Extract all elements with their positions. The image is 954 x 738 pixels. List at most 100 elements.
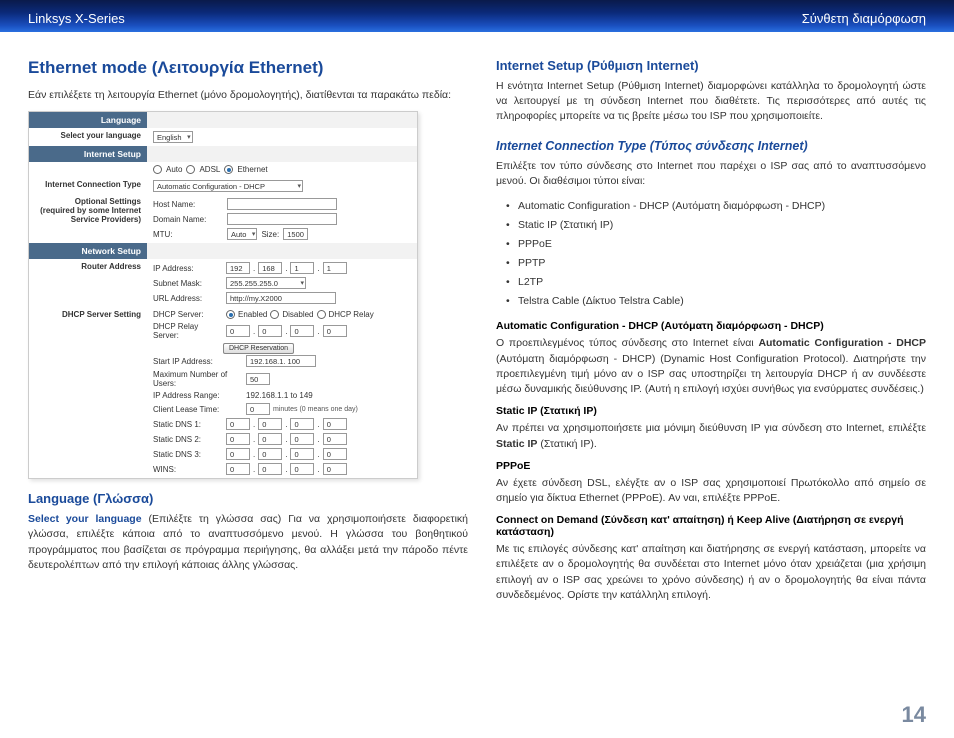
mode-auto-radio[interactable] (153, 165, 162, 174)
ethernet-mode-intro: Εάν επιλέξετε τη λειτουργία Ethernet (μό… (28, 88, 468, 103)
domain-name-input[interactable] (227, 213, 337, 225)
ip-range-label: IP Address Range: (153, 391, 243, 400)
static-text-c: (Στατική IP). (537, 438, 596, 450)
subnet-mask-label: Subnet Mask: (153, 279, 223, 288)
mtu-size-input[interactable]: 1500 (283, 228, 308, 240)
dhcp-disabled-label: Disabled (282, 310, 313, 319)
topbar-left: Linksys X-Series (28, 11, 125, 26)
mode-adsl-radio[interactable] (186, 165, 195, 174)
internet-setup-heading: Internet Setup (Ρύθμιση Internet) (496, 58, 926, 73)
ip-address-label: IP Address: (153, 264, 223, 273)
max-users-label: Maximum Number of Users: (153, 370, 243, 388)
dns1-4[interactable]: 0 (323, 418, 347, 430)
page-number: 14 (902, 702, 926, 728)
pppoe-subheading: PPPoE (496, 460, 926, 472)
lease-time-note: minutes (0 means one day) (273, 406, 358, 413)
internet-setup-intro: Η ενότητα Internet Setup (Ρύθμιση Intern… (496, 79, 926, 125)
mode-ethernet-radio[interactable] (224, 165, 233, 174)
url-address-label: URL Address: (153, 294, 223, 303)
dns3-4[interactable]: 0 (323, 448, 347, 460)
wins-2[interactable]: 0 (258, 463, 282, 475)
connect-on-demand-paragraph: Με τις επιλογές σύνδεσης κατ' απαίτηση κ… (496, 542, 926, 603)
dhcp-text-c: (Αυτόματη διαμόρφωση - DHCP) (Dynamic Ho… (496, 353, 926, 395)
static-text-a: Αν πρέπει να χρησιμοποιήσετε μια μόνιμη … (496, 422, 926, 434)
dhcp-enabled-radio[interactable] (226, 310, 235, 319)
dns3-2[interactable]: 0 (258, 448, 282, 460)
lease-time-input[interactable]: 0 (246, 403, 270, 415)
dhcp-reservation-button[interactable]: DHCP Reservation (223, 343, 294, 354)
language-lead: Select your language (28, 513, 142, 525)
start-ip-input[interactable]: 192.168.1. 100 (246, 355, 316, 367)
host-name-input[interactable] (227, 198, 337, 210)
mtu-size-label: Size: (261, 230, 279, 239)
start-ip-label: Start IP Address: (153, 357, 243, 366)
dhcp-server-setting-label: DHCP Server Setting (29, 307, 147, 478)
ip-range-value: 192.168.1.1 to 149 (246, 391, 313, 400)
shot-ict-label: Internet Connection Type (29, 177, 147, 195)
host-name-label: Host Name: (153, 200, 223, 209)
mode-adsl-label: ADSL (199, 165, 220, 174)
type-item: PPTP (518, 254, 926, 273)
page-body: Ethernet mode (Λειτουργία Ethernet) Εάν … (0, 32, 954, 621)
dns2-3[interactable]: 0 (290, 433, 314, 445)
dns3-label: Static DNS 3: (153, 450, 223, 459)
dns1-label: Static DNS 1: (153, 420, 223, 429)
relay-octet-2[interactable]: 0 (258, 325, 282, 337)
relay-octet-1[interactable]: 0 (226, 325, 250, 337)
wins-4[interactable]: 0 (323, 463, 347, 475)
language-heading: Language (Γλώσσα) (28, 491, 468, 506)
language-select[interactable]: English (153, 131, 193, 143)
static-ip-subheading: Static IP (Στατική IP) (496, 405, 926, 417)
dns2-4[interactable]: 0 (323, 433, 347, 445)
mtu-select[interactable]: Auto (227, 228, 257, 240)
pppoe-paragraph: Αν έχετε σύνδεση DSL, ελέγξτε αν ο ISP σ… (496, 476, 926, 506)
dns3-1[interactable]: 0 (226, 448, 250, 460)
type-item: Telstra Cable (Δίκτυο Telstra Cable) (518, 292, 926, 311)
connection-types-list: Automatic Configuration - DHCP (Αυτόματη… (496, 197, 926, 310)
type-item: Automatic Configuration - DHCP (Αυτόματη… (518, 197, 926, 216)
relay-octet-4[interactable]: 0 (323, 325, 347, 337)
mode-auto-label: Auto (166, 165, 182, 174)
ict-heading: Internet Connection Type (Τύπος σύνδεσης… (496, 139, 926, 153)
ict-intro: Επιλέξτε τον τύπο σύνδεσης στο Internet … (496, 159, 926, 189)
static-text-b: Static IP (496, 438, 537, 450)
dhcp-text-b: Automatic Configuration - DHCP (758, 337, 926, 349)
dhcp-relay-server-label: DHCP Relay Server: (153, 322, 223, 340)
shot-optional-label: Optional Settings (required by some Inte… (29, 195, 147, 243)
url-address-input[interactable]: http://my.X2000 (226, 292, 336, 304)
dhcp-server-label: DHCP Server: (153, 310, 223, 319)
dhcp-relay-radio[interactable] (317, 310, 326, 319)
shot-hdr-language: Language (29, 112, 147, 128)
right-column: Internet Setup (Ρύθμιση Internet) Η ενότ… (496, 58, 926, 611)
mode-ethernet-label: Ethernet (237, 165, 267, 174)
config-screenshot: Language Select your language English In… (28, 111, 418, 479)
ethernet-mode-heading: Ethernet mode (Λειτουργία Ethernet) (28, 58, 468, 78)
dns1-3[interactable]: 0 (290, 418, 314, 430)
dns3-3[interactable]: 0 (290, 448, 314, 460)
subnet-mask-select[interactable]: 255.255.255.0 (226, 277, 306, 289)
dhcp-disabled-radio[interactable] (270, 310, 279, 319)
connect-on-demand-subheading: Connect on Demand (Σύνδεση κατ' απαίτηση… (496, 514, 926, 538)
ict-select[interactable]: Automatic Configuration - DHCP (153, 180, 303, 192)
domain-name-label: Domain Name: (153, 215, 223, 224)
wins-1[interactable]: 0 (226, 463, 250, 475)
dns2-2[interactable]: 0 (258, 433, 282, 445)
topbar: Linksys X-Series Σύνθετη διαμόρφωση (0, 0, 954, 32)
static-paragraph: Αν πρέπει να χρησιμοποιήσετε μια μόνιμη … (496, 421, 926, 451)
dns1-1[interactable]: 0 (226, 418, 250, 430)
ip-octet-3[interactable]: 1 (290, 262, 314, 274)
router-address-label: Router Address (29, 259, 147, 307)
dns2-1[interactable]: 0 (226, 433, 250, 445)
type-item: L2TP (518, 273, 926, 292)
topbar-right: Σύνθετη διαμόρφωση (802, 11, 926, 26)
ip-octet-4[interactable]: 1 (323, 262, 347, 274)
max-users-input[interactable]: 50 (246, 373, 270, 385)
ip-octet-2[interactable]: 168 (258, 262, 282, 274)
shot-hdr-network: Network Setup (29, 243, 147, 259)
dns2-label: Static DNS 2: (153, 435, 223, 444)
ip-octet-1[interactable]: 192 (226, 262, 250, 274)
dns1-2[interactable]: 0 (258, 418, 282, 430)
wins-3[interactable]: 0 (290, 463, 314, 475)
relay-octet-3[interactable]: 0 (290, 325, 314, 337)
wins-label: WINS: (153, 465, 223, 474)
